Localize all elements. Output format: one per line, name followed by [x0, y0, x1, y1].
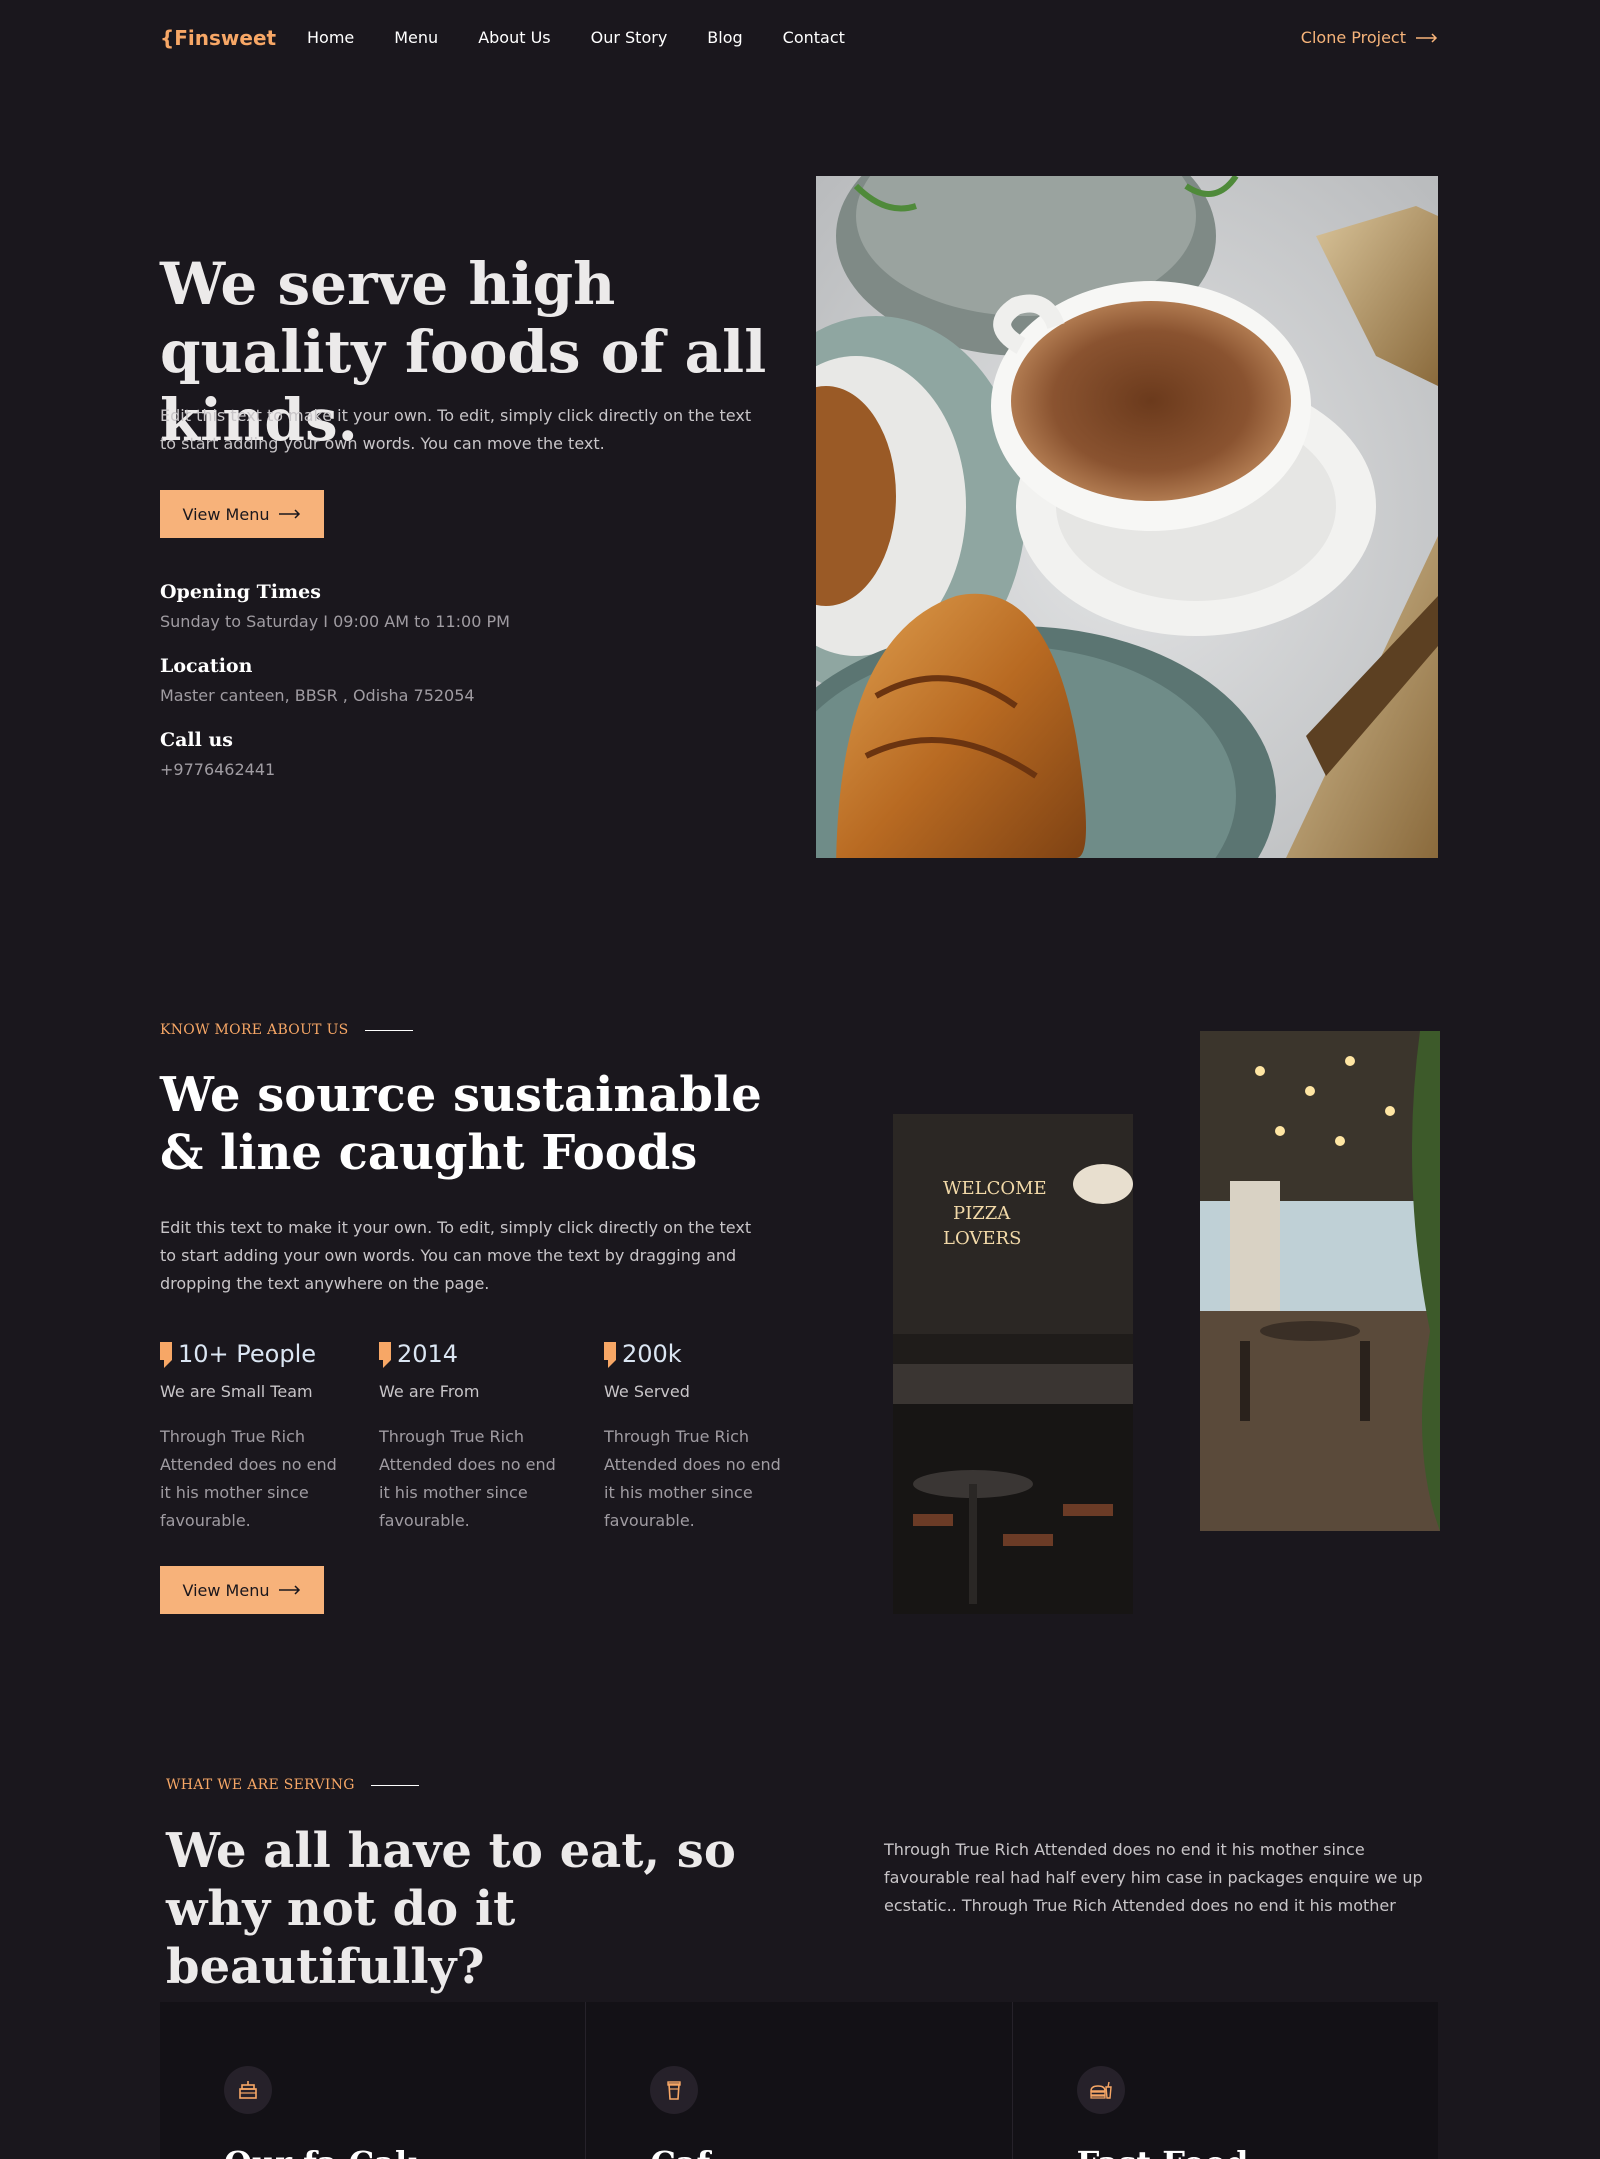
hero-view-menu-label: View Menu: [182, 504, 270, 524]
clone-project-label: Clone Project: [1300, 28, 1406, 47]
cup-icon: [650, 2066, 699, 2114]
arrow-right-icon: [279, 1585, 301, 1595]
eyebrow-divider: [364, 1029, 413, 1031]
stat-served-body: Through True Rich Attended does no end i…: [604, 1427, 781, 1530]
about-title: We source sustainable & line caught Food…: [160, 1067, 762, 1181]
restaurant-interior-image: [1200, 1031, 1440, 1531]
stat-team-value: 10+ People: [178, 1340, 317, 1368]
top-navigation: {Finsweet Home Menu About Us Our Story B…: [0, 0, 1600, 80]
stat-year-body: Through True Rich Attended does no end i…: [379, 1427, 556, 1530]
restaurant-bar-image: WELCOME PIZZA LOVERS: [893, 1114, 1133, 1614]
nav-links: Home Menu About Us Our Story Blog Contac…: [307, 28, 885, 47]
cake-icon: [224, 2066, 272, 2114]
fast-food-icon: [1076, 2066, 1125, 2114]
nav-link-menu[interactable]: Menu: [394, 28, 438, 47]
stat-year: 2014 We are From Through True Rich Atten…: [379, 1340, 569, 1535]
about-view-menu-button[interactable]: View Menu: [160, 1566, 324, 1614]
serving-title: We all have to eat, so why not do it bea…: [166, 1823, 736, 1995]
nav-link-our-story[interactable]: Our Story: [591, 28, 668, 47]
about-description: Edit this text to make it your own. To e…: [160, 1218, 752, 1293]
nav-link-contact[interactable]: Contact: [783, 28, 845, 47]
stat-team: 10+ People We are Small Team Through Tru…: [160, 1340, 350, 1535]
menu-category-cards: Our fa Cak Caf Fast Food: [160, 2002, 1438, 2159]
stat-served: 200k We Served Through True Rich Attende…: [604, 1340, 794, 1535]
nav-link-about-us[interactable]: About Us: [478, 28, 550, 47]
stat-served-value: 200k: [622, 1340, 682, 1368]
stat-year-label: We are From: [379, 1382, 480, 1401]
quote-mark-icon: [604, 1342, 616, 1368]
nav-link-blog[interactable]: Blog: [707, 28, 742, 47]
stat-team-label: We are Small Team: [160, 1382, 313, 1401]
stat-team-body: Through True Rich Attended does no end i…: [160, 1427, 337, 1530]
hero-view-menu-button[interactable]: View Menu: [160, 490, 324, 538]
hero-description: Edit this text to make it your own. To e…: [160, 406, 752, 453]
category-card-title: Caf: [650, 2144, 710, 2159]
category-card-cafe[interactable]: Caf: [586, 2002, 1013, 2159]
arrow-right-icon: [279, 509, 301, 519]
about-eyebrow-label: KNOW MORE ABOUT US: [160, 1022, 349, 1038]
stat-year-value: 2014: [397, 1340, 459, 1368]
serving-eyebrow-label: WHAT WE ARE SERVING: [166, 1777, 355, 1793]
category-card-title: Fast Food: [1077, 2144, 1249, 2159]
serving-eyebrow: WHAT WE ARE SERVING: [166, 1777, 419, 1793]
svg-text:PIZZA: PIZZA: [953, 1203, 1011, 1224]
hero-coffee-croissant-image: [816, 176, 1438, 858]
eyebrow-divider: [370, 1784, 419, 1786]
call-us-title: Call us: [160, 729, 233, 751]
about-view-menu-label: View Menu: [182, 1580, 270, 1600]
svg-text:LOVERS: LOVERS: [943, 1228, 1021, 1249]
nav-link-home[interactable]: Home: [307, 28, 354, 47]
arrow-right-icon: [1416, 32, 1438, 43]
about-eyebrow: KNOW MORE ABOUT US: [160, 1022, 413, 1038]
category-card-cakes[interactable]: Our fa Cak: [160, 2002, 587, 2159]
call-us-text: +9776462441: [160, 760, 276, 779]
location-title: Location: [160, 655, 253, 677]
serving-description: Through True Rich Attended does no end i…: [884, 1840, 1423, 1915]
quote-mark-icon: [379, 1342, 391, 1368]
category-card-title: Our fa Cak: [224, 2144, 417, 2159]
clone-project-link[interactable]: Clone Project: [1301, 28, 1438, 47]
svg-text:WELCOME: WELCOME: [943, 1178, 1047, 1199]
brand-logo[interactable]: {Finsweet: [160, 26, 276, 50]
stat-served-label: We Served: [604, 1382, 690, 1401]
opening-times-text: Sunday to Saturday I 09:00 AM to 11:00 P…: [160, 612, 510, 631]
quote-mark-icon: [160, 1342, 172, 1368]
opening-times-title: Opening Times: [160, 581, 321, 603]
location-text: Master canteen, BBSR , Odisha 752054: [160, 686, 475, 705]
category-card-fast-food[interactable]: Fast Food: [1012, 2002, 1438, 2159]
